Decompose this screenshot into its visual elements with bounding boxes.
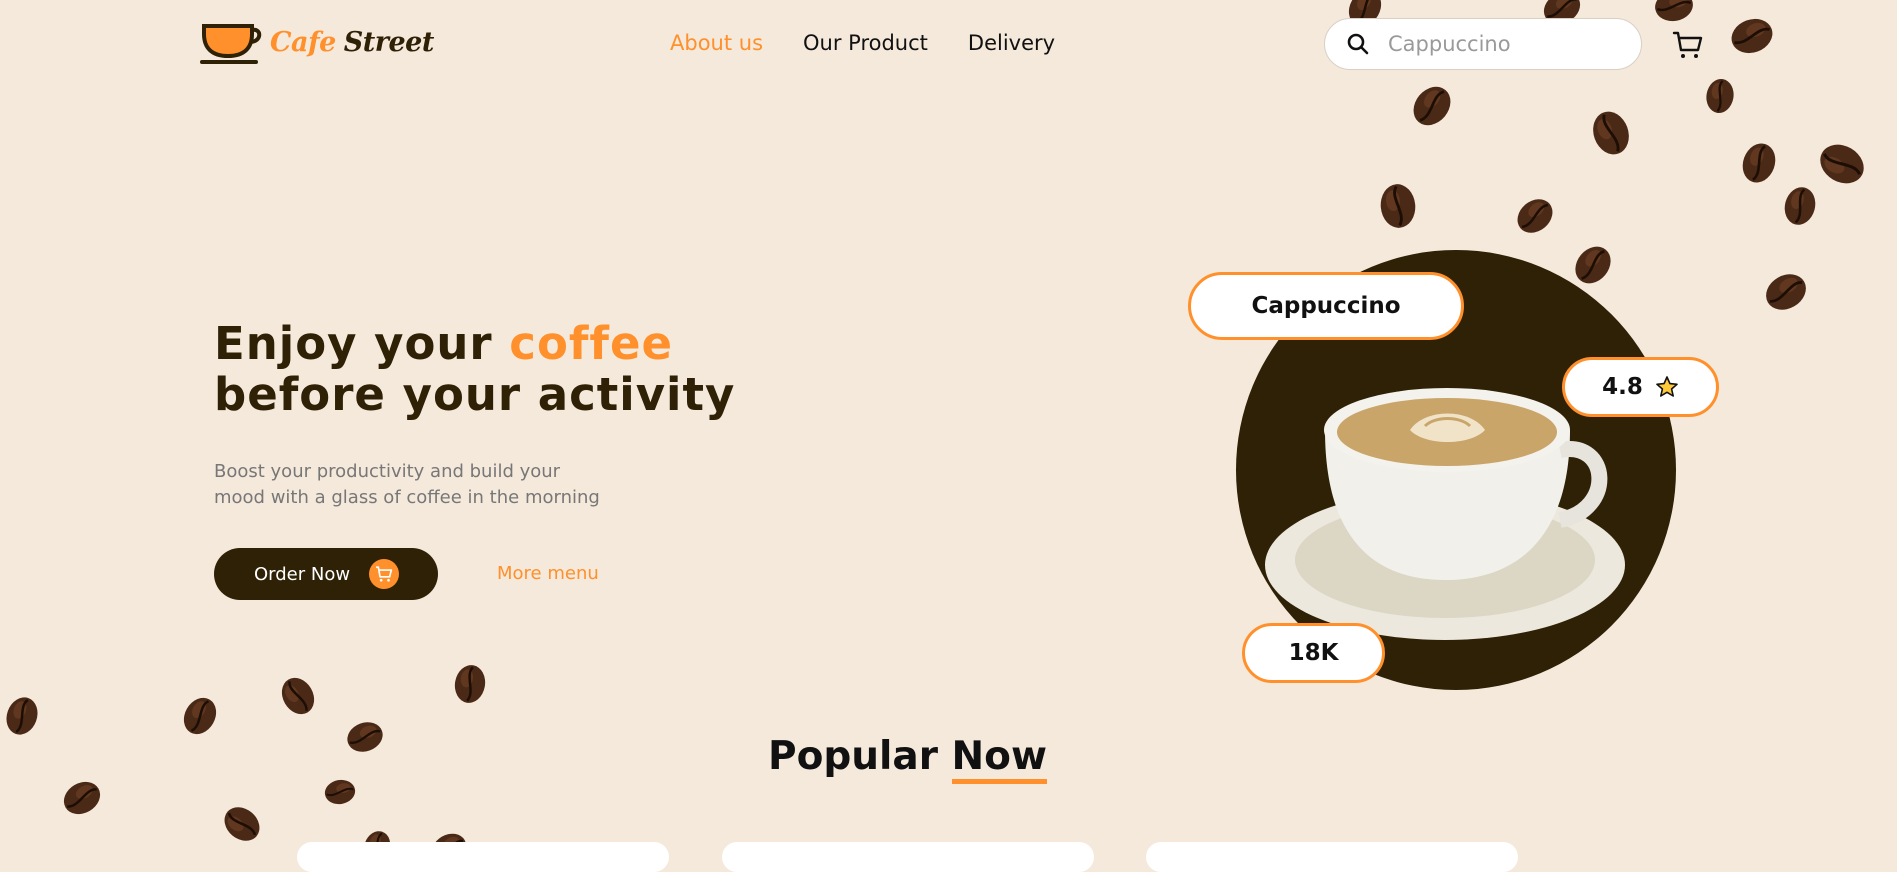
coffee-bean-icon [324,776,356,808]
main-nav: About us Our Product Delivery [670,31,1055,55]
rating-badge: 4.8 [1562,357,1719,417]
search-box [1324,18,1642,70]
nav-item-our-product[interactable]: Our Product [803,31,928,55]
coffee-bean-icon [1654,0,1694,26]
coffee-bean-icon [450,664,490,704]
coffee-bean-icon [180,696,220,736]
coffee-bean-icon [1818,140,1866,188]
popular-section-title: Popular Now [0,734,1815,784]
brand-logo[interactable]: Cafe Street [200,20,434,64]
product-card[interactable] [722,842,1094,872]
coffee-bean-icon [1377,183,1419,229]
brand-name-part2: Street [343,26,435,58]
coffee-bean-icon [1764,270,1808,314]
coffee-bean-icon [1588,110,1634,156]
product-name-badge: Cappuccino [1188,272,1464,340]
product-card[interactable] [297,842,669,872]
star-icon [1656,376,1678,397]
rating-value: 4.8 [1602,374,1643,400]
product-card[interactable] [1146,842,1518,872]
nav-item-about-us[interactable]: About us [670,31,763,55]
hero-subtitle: Boost your productivity and build your m… [214,461,600,508]
coffee-bean-icon [62,778,102,818]
coffee-bean-icon [1702,78,1738,114]
nav-item-delivery[interactable]: Delivery [968,31,1055,55]
more-menu-link[interactable]: More menu [497,563,599,584]
coffee-bean-icon [222,804,262,844]
order-now-label: Order Now [254,563,351,585]
search-input[interactable] [1386,31,1630,57]
popular-title-accent: Now [951,734,1048,784]
popular-title-plain: Popular [767,734,952,779]
brand-name-part1: Cafe [270,26,336,58]
coffee-bean-icon [1572,244,1614,286]
hero-title-line2: before your activity [214,368,736,421]
brand-name: Cafe Street [270,27,434,58]
coffee-bean-icon [1730,14,1774,58]
coffee-cup-logo-icon [200,24,262,64]
coffee-bean-icon [1410,84,1454,128]
cart-icon[interactable] [1672,30,1704,60]
coffee-bean-icon [1515,196,1555,236]
coffee-bean-icon [1780,186,1820,226]
order-now-button[interactable]: Order Now [214,548,438,600]
order-cart-icon [369,559,400,589]
hero-title-accent: coffee [509,317,674,370]
hero-title: Enjoy your coffee before your activity [214,318,735,420]
coffee-bean-icon [2,696,42,736]
coffee-bean-icon [278,676,318,716]
order-count-badge: 18K [1242,623,1385,683]
search-icon[interactable] [1346,31,1372,57]
coffee-bean-icon [1738,142,1780,184]
hero-title-plain: Enjoy your [214,317,510,370]
